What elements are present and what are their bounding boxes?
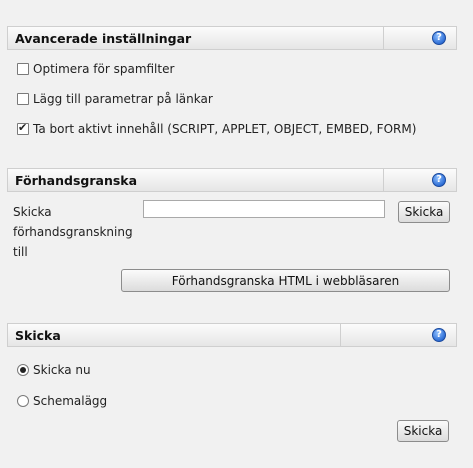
preview-in-browser-button[interactable]: Förhandsgranska HTML i webbläsaren — [121, 269, 450, 292]
send-preview-button[interactable]: Skicka — [398, 201, 450, 223]
spamfilter-label: Optimera för spamfilter — [33, 62, 175, 76]
help-icon[interactable]: ? — [432, 173, 446, 187]
send-preview-to-label: Skicka förhandsgranskning till — [13, 202, 133, 262]
schedule-label: Schemalägg — [33, 394, 108, 408]
preview-header: Förhandsgranska ? — [7, 168, 457, 192]
option-send-now[interactable]: Skicka nu — [17, 363, 91, 377]
send-now-radio[interactable] — [17, 364, 29, 376]
send-preview-to-label-line: Skicka — [13, 205, 52, 219]
send-now-label: Skicka nu — [33, 363, 91, 377]
help-icon[interactable]: ? — [432, 31, 446, 45]
send-header: Skicka ? — [7, 323, 457, 347]
send-preview-to-label-line: förhandsgranskning — [13, 225, 133, 239]
advanced-settings-title: Avancerade inställningar — [15, 31, 192, 46]
spamfilter-checkbox[interactable] — [17, 63, 29, 75]
option-link-parameters[interactable]: Lägg till parametrar på länkar — [17, 92, 213, 106]
advanced-settings-header: Avancerade inställningar ? — [7, 26, 457, 50]
link-parameters-label: Lägg till parametrar på länkar — [33, 92, 213, 106]
header-divider — [383, 169, 384, 191]
help-icon[interactable]: ? — [432, 328, 446, 342]
remove-active-content-checkbox[interactable] — [17, 121, 29, 135]
schedule-radio[interactable] — [17, 395, 29, 407]
remove-active-content-label: Ta bort aktivt innehåll (SCRIPT, APPLET,… — [33, 122, 417, 136]
option-spamfilter[interactable]: Optimera för spamfilter — [17, 62, 174, 76]
send-submit-button[interactable]: Skicka — [397, 420, 449, 442]
link-parameters-checkbox[interactable] — [17, 93, 29, 105]
header-divider — [383, 27, 384, 49]
send-preview-to-label-line: till — [13, 245, 28, 259]
send-title: Skicka — [15, 328, 61, 343]
option-remove-active-content[interactable]: Ta bort aktivt innehåll (SCRIPT, APPLET,… — [17, 121, 417, 136]
option-schedule[interactable]: Schemalägg — [17, 394, 107, 408]
preview-email-input[interactable] — [143, 200, 385, 218]
header-divider — [340, 324, 341, 346]
preview-title: Förhandsgranska — [15, 173, 138, 188]
